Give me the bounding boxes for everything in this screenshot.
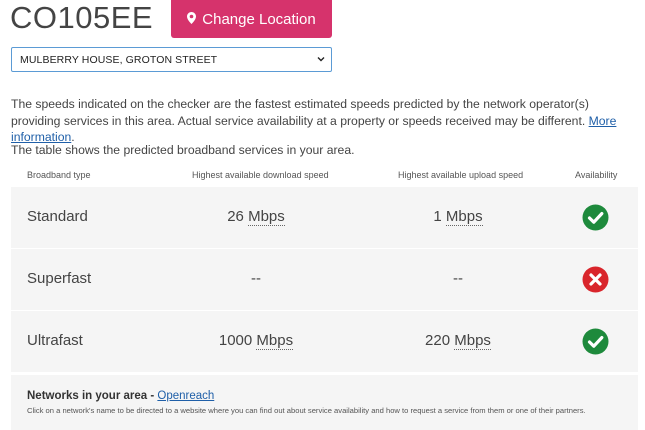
upload-value: -- (453, 270, 463, 287)
download-value: 26 (227, 208, 244, 225)
networks-title-text: Networks in your area - (27, 390, 158, 402)
change-location-button[interactable]: Change Location (171, 0, 332, 38)
table-row: Standard 26 Mbps 1 Mbps (11, 187, 638, 249)
address-select[interactable]: MULBERRY HOUSE, GROTON STREET (11, 47, 332, 72)
header-upload: Highest available upload speed (398, 170, 524, 180)
table-intro: The table shows the predicted broadband … (11, 143, 355, 157)
networks-title: Networks in your area - Openreach (27, 390, 214, 402)
map-marker-icon (187, 11, 197, 28)
broadband-type: Standard (27, 208, 88, 225)
intro-text: The speeds indicated on the checker are … (11, 97, 589, 128)
header-availability: Availability (575, 170, 618, 180)
broadband-type: Superfast (27, 270, 92, 287)
upload-unit: Mbps (454, 332, 491, 350)
download-speed: -- (186, 270, 326, 287)
download-value: -- (251, 270, 261, 287)
upload-value: 1 (433, 208, 442, 225)
address-select-value: MULBERRY HOUSE, GROTON STREET (20, 53, 218, 66)
upload-speed: -- (388, 270, 528, 287)
download-unit: Mbps (248, 208, 285, 226)
postcode-title: CO105EE (10, 0, 154, 35)
download-value: 1000 (218, 332, 253, 349)
upload-unit: Mbps (445, 208, 483, 226)
upload-value: 220 (425, 332, 451, 349)
change-location-label: Change Location (202, 10, 316, 28)
upload-speed: 220 Mbps (388, 332, 528, 350)
check-circle-icon (582, 204, 609, 231)
networks-note: Click on a network's name to be directed… (27, 406, 586, 415)
table-row: Ultrafast 1000 Mbps 220 Mbps (11, 311, 638, 373)
header-broadband-type: Broadband type (27, 170, 91, 180)
download-unit: Mbps (256, 332, 294, 350)
download-speed: 1000 Mbps (186, 332, 326, 350)
intro-paragraph: The speeds indicated on the checker are … (11, 96, 636, 146)
broadband-type: Ultrafast (27, 332, 83, 349)
check-circle-icon (582, 328, 609, 355)
openreach-link[interactable]: Openreach (157, 390, 214, 402)
table-row: Superfast -- -- (11, 249, 638, 311)
intro-period: . (71, 130, 75, 144)
cross-circle-icon (582, 266, 609, 293)
header-download: Highest available download speed (192, 170, 329, 180)
networks-panel: Networks in your area - Openreach Click … (11, 375, 638, 430)
upload-speed: 1 Mbps (388, 208, 528, 226)
table-header: Broadband type Highest available downloa… (11, 168, 638, 186)
download-speed: 26 Mbps (186, 208, 326, 226)
chevron-down-icon (317, 57, 325, 62)
